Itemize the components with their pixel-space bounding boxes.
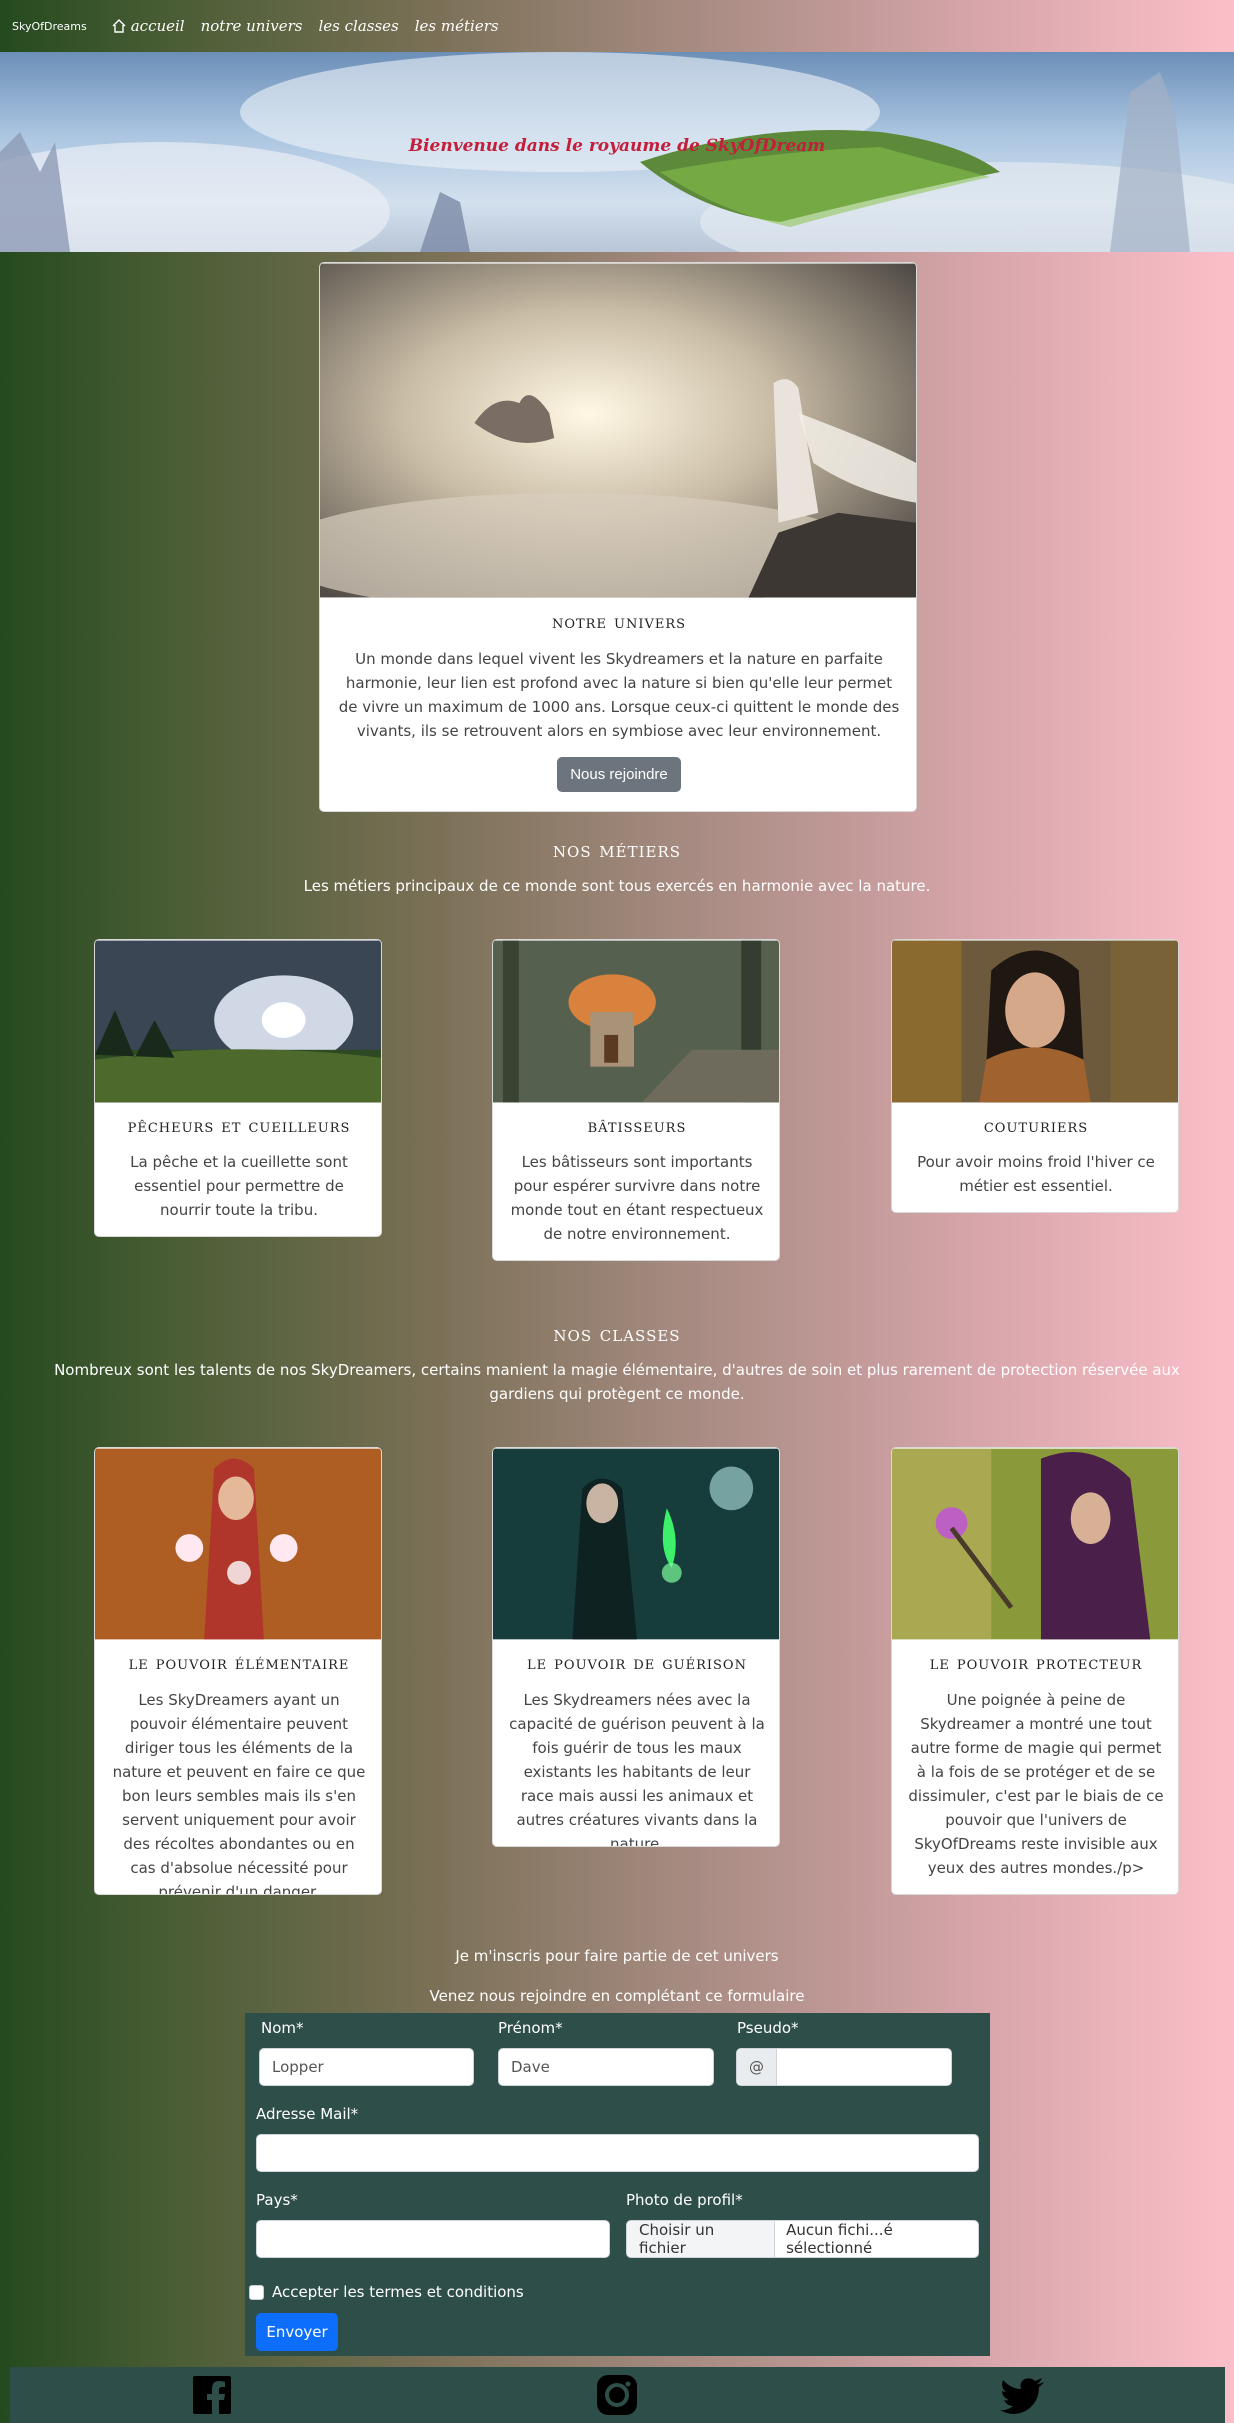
classe-card-protecteur: le pouvoir protecteur Une poignée à pein… bbox=[891, 1447, 1179, 1895]
pseudo-label: Pseudo* bbox=[737, 2019, 799, 2037]
photo-label: Photo de profil* bbox=[626, 2191, 743, 2209]
classe-image-elementaire bbox=[95, 1448, 381, 1640]
metier-image-batisseurs bbox=[493, 940, 779, 1103]
pays-label: Pays* bbox=[256, 2191, 298, 2209]
metier-title: pêcheurs et cueilleurs bbox=[127, 1115, 351, 1137]
home-icon bbox=[112, 19, 126, 33]
prenom-label: Prénom* bbox=[498, 2019, 563, 2037]
metiers-intro: Les métiers principaux de ce monde sont … bbox=[303, 877, 931, 895]
classe-image-protecteur bbox=[892, 1448, 1178, 1640]
photo-input[interactable]: Choisir un fichier Aucun fichi...é sélec… bbox=[626, 2220, 979, 2258]
terms-row: Accepter les termes et conditions bbox=[249, 2283, 524, 2301]
file-status: Aucun fichi...é sélectionné bbox=[786, 2221, 893, 2257]
nom-input[interactable]: Lopper bbox=[259, 2048, 474, 2086]
hero-banner: Bienvenue dans le royaume de SkyOfDream bbox=[0, 52, 1234, 252]
classe-image-guerison bbox=[493, 1448, 779, 1640]
mail-label: Adresse Mail* bbox=[256, 2105, 359, 2123]
classe-title: le pouvoir protecteur bbox=[929, 1652, 1143, 1674]
navbar: SkyOfDreams accueil notre univers les cl… bbox=[0, 0, 1234, 52]
metier-text: Pour avoir moins froid l'hiver ce métier… bbox=[917, 1153, 1155, 1195]
inscription-form: Nom* Lopper Prénom* Dave Pseudo* @ Adres… bbox=[245, 2013, 990, 2356]
terms-checkbox[interactable] bbox=[249, 2284, 264, 2300]
twitter-icon[interactable] bbox=[1000, 2378, 1044, 2414]
metier-card-pecheurs: pêcheurs et cueilleurs La pêche et la cu… bbox=[94, 939, 382, 1237]
classe-card-elementaire: le pouvoir élémentaire Les SkyDreamers a… bbox=[94, 1447, 382, 1895]
classes-intro: Nombreux sont les talents de nos SkyDrea… bbox=[54, 1361, 1180, 1403]
classe-text: Une poignée à peine de Skydreamer a mont… bbox=[908, 1691, 1164, 1877]
nav-link-univers[interactable]: notre univers bbox=[201, 17, 303, 35]
classe-title: le pouvoir élémentaire bbox=[128, 1652, 350, 1674]
nav-link-label: accueil bbox=[130, 17, 185, 35]
nav-link-accueil[interactable]: accueil bbox=[111, 17, 185, 35]
submit-button[interactable]: Envoyer bbox=[256, 2313, 338, 2351]
footer bbox=[10, 2367, 1225, 2423]
terms-label: Accepter les termes et conditions bbox=[272, 2283, 524, 2301]
pseudo-input[interactable]: @ bbox=[736, 2048, 952, 2086]
file-choose-button[interactable]: Choisir un fichier bbox=[627, 2221, 776, 2257]
classe-text: Les Skydreamers nées avec la capacité de… bbox=[509, 1691, 765, 1847]
nom-label: Nom* bbox=[261, 2019, 304, 2037]
classes-title: nos classes bbox=[553, 1322, 681, 1346]
mail-input[interactable] bbox=[256, 2134, 979, 2172]
metier-card-batisseurs: bâtisseurs Les bâtisseurs sont important… bbox=[492, 939, 780, 1261]
inscription-line2: Venez nous rejoindre en complétant ce fo… bbox=[429, 1987, 805, 2005]
classe-title: le pouvoir de guérison bbox=[527, 1652, 747, 1674]
instagram-icon[interactable] bbox=[596, 2374, 638, 2416]
prenom-input[interactable]: Dave bbox=[498, 2048, 714, 2086]
metier-card-couturiers: couturiers Pour avoir moins froid l'hive… bbox=[891, 939, 1179, 1213]
metier-text: Les bâtisseurs sont importants pour espé… bbox=[510, 1153, 764, 1243]
inscription-line1: Je m'inscris pour faire partie de cet un… bbox=[455, 1947, 779, 1965]
pays-input[interactable] bbox=[256, 2220, 610, 2258]
brand[interactable]: SkyOfDreams bbox=[12, 20, 87, 33]
metier-text: La pêche et la cueillette sont essentiel… bbox=[130, 1153, 348, 1219]
hero-title: Bienvenue dans le royaume de SkyOfDream bbox=[408, 136, 826, 156]
metiers-title: nos métiers bbox=[552, 838, 682, 862]
classe-text: Les SkyDreamers ayant un pouvoir élément… bbox=[112, 1691, 366, 1895]
univers-card: notre univers Un monde dans lequel viven… bbox=[319, 262, 917, 812]
univers-title: notre univers bbox=[551, 611, 687, 633]
metier-image-couturiers bbox=[892, 940, 1178, 1103]
metier-image-pecheurs bbox=[95, 940, 381, 1103]
nav-link-metiers[interactable]: les métiers bbox=[415, 17, 499, 35]
nav-link-classes[interactable]: les classes bbox=[318, 17, 398, 35]
metier-title: couturiers bbox=[983, 1115, 1089, 1137]
pseudo-prefix: @ bbox=[737, 2049, 777, 2085]
facebook-icon[interactable] bbox=[192, 2375, 232, 2415]
univers-image bbox=[320, 263, 916, 598]
join-button[interactable]: Nous rejoindre bbox=[557, 757, 681, 792]
univers-text: Un monde dans lequel vivent les Skydream… bbox=[338, 650, 900, 740]
classe-card-guerison: le pouvoir de guérison Les Skydreamers n… bbox=[492, 1447, 780, 1847]
metier-title: bâtisseurs bbox=[587, 1115, 687, 1137]
